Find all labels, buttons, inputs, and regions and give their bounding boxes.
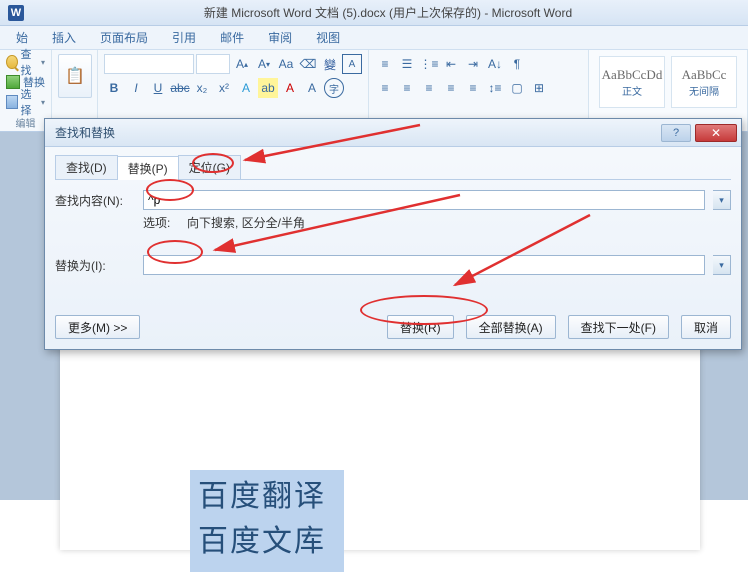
select-button[interactable]: 选择▾ [6, 92, 45, 112]
find-label: 查找内容(N): [55, 192, 135, 209]
selected-text[interactable]: 百度翻译 百度文库 [190, 470, 344, 572]
font-size-select[interactable] [196, 54, 230, 74]
style-name: 无间隔 [689, 83, 719, 98]
select-icon [6, 95, 18, 109]
style-normal[interactable]: AaBbCcDd 正文 [599, 56, 665, 108]
tab-insert[interactable]: 插入 [40, 26, 88, 49]
char-shading-icon[interactable]: A [302, 78, 322, 98]
bullets-icon[interactable]: ≡ [375, 54, 395, 74]
highlight-icon[interactable]: ab [258, 78, 278, 98]
bold-icon[interactable]: B [104, 78, 124, 98]
dialog-title: 查找和替换 [55, 124, 115, 141]
find-input[interactable] [143, 190, 705, 210]
tab-review[interactable]: 审阅 [256, 26, 304, 49]
dropdown-icon: ▾ [41, 98, 45, 107]
line-spacing-icon[interactable]: ↕≡ [485, 78, 505, 98]
show-marks-icon[interactable]: ¶ [507, 54, 527, 74]
replace-input[interactable] [143, 255, 705, 275]
tab-find[interactable]: 查找(D) [55, 155, 118, 179]
paste-button[interactable]: 📋 [58, 54, 92, 98]
cancel-button[interactable]: 取消 [681, 315, 731, 339]
annotation-oval [192, 153, 234, 173]
underline-icon[interactable]: U [148, 78, 168, 98]
tab-references[interactable]: 引用 [160, 26, 208, 49]
find-dropdown[interactable]: ▾ [713, 190, 731, 210]
text-effects-icon[interactable]: A [236, 78, 256, 98]
distribute-icon[interactable]: ≡ [463, 78, 483, 98]
shrink-font-icon[interactable]: A▾ [254, 54, 274, 74]
app-title: 新建 Microsoft Word 文档 (5).docx (用户上次保存的) … [28, 4, 748, 21]
dialog-titlebar[interactable]: 查找和替换 ? ✕ [45, 119, 741, 147]
char-border-icon[interactable]: A [342, 54, 362, 74]
ribbon-tabs: 始 插入 页面布局 引用 邮件 审阅 视图 [0, 26, 748, 50]
line-1: 百度翻译 [198, 474, 326, 519]
align-left-icon[interactable]: ≡ [375, 78, 395, 98]
enclose-char-icon[interactable]: 字 [324, 78, 344, 98]
tab-layout[interactable]: 页面布局 [88, 26, 160, 49]
options-value: 向下搜索, 区分全/半角 [187, 216, 305, 230]
align-right-icon[interactable]: ≡ [419, 78, 439, 98]
style-sample: AaBbCc [682, 67, 727, 83]
select-label: 选择 [21, 86, 38, 118]
find-icon [6, 55, 18, 69]
justify-icon[interactable]: ≡ [441, 78, 461, 98]
tab-replace[interactable]: 替换(P) [117, 156, 179, 180]
multilevel-icon[interactable]: ⋮≡ [419, 54, 439, 74]
dropdown-icon: ▾ [41, 58, 45, 67]
annotation-oval [146, 179, 194, 201]
font-family-select[interactable] [104, 54, 194, 74]
replace-dropdown[interactable]: ▾ [713, 255, 731, 275]
subscript-icon[interactable]: x₂ [192, 78, 212, 98]
tab-mailings[interactable]: 邮件 [208, 26, 256, 49]
find-next-button[interactable]: 查找下一处(F) [568, 315, 669, 339]
borders-icon[interactable]: ⊞ [529, 78, 549, 98]
dialog-tabs: 查找(D) 替换(P) 定位(G) [55, 155, 731, 180]
line-2: 百度文库 [198, 519, 326, 564]
options-label: 选项: [143, 216, 170, 230]
increase-indent-icon[interactable]: ⇥ [463, 54, 483, 74]
annotation-oval [360, 295, 488, 325]
style-no-spacing[interactable]: AaBbCc 无间隔 [671, 56, 737, 108]
sort-icon[interactable]: A↓ [485, 54, 505, 74]
annotation-oval [147, 240, 203, 264]
replace-icon [6, 75, 20, 89]
decrease-indent-icon[interactable]: ⇤ [441, 54, 461, 74]
more-button[interactable]: 更多(M) >> [55, 315, 140, 339]
clear-formatting-icon[interactable]: ⌫ [298, 54, 318, 74]
style-name: 正文 [622, 83, 642, 98]
close-button[interactable]: ✕ [695, 124, 737, 142]
phonetic-guide-icon[interactable]: 變 [320, 54, 340, 74]
help-button[interactable]: ? [661, 124, 691, 142]
word-icon: W [8, 5, 24, 21]
change-case-icon[interactable]: Aa [276, 54, 296, 74]
grow-font-icon[interactable]: A▴ [232, 54, 252, 74]
shading-icon[interactable]: ▢ [507, 78, 527, 98]
superscript-icon[interactable]: x² [214, 78, 234, 98]
replace-label: 替换为(I): [55, 257, 135, 274]
font-color-icon[interactable]: A [280, 78, 300, 98]
strike-icon[interactable]: abc [170, 78, 190, 98]
titlebar: W 新建 Microsoft Word 文档 (5).docx (用户上次保存的… [0, 0, 748, 26]
tab-view[interactable]: 视图 [304, 26, 352, 49]
find-button[interactable]: 查找▾ [6, 52, 45, 72]
italic-icon[interactable]: I [126, 78, 146, 98]
numbering-icon[interactable]: ☰ [397, 54, 417, 74]
style-sample: AaBbCcDd [602, 67, 663, 83]
align-center-icon[interactable]: ≡ [397, 78, 417, 98]
replace-all-button[interactable]: 全部替换(A) [466, 315, 556, 339]
